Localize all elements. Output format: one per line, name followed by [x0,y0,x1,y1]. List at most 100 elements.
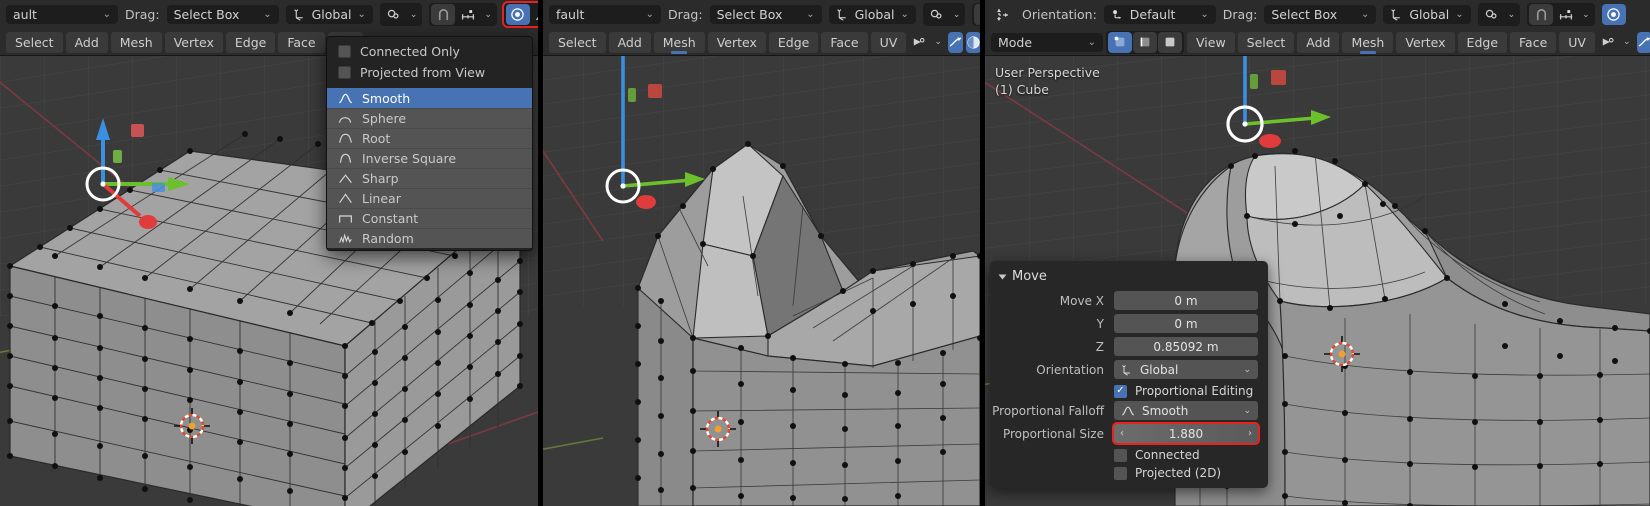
pivot-point-icon[interactable] [1480,4,1504,25]
proportional-editing-icon[interactable] [505,4,530,25]
snap-increment-icon[interactable] [1554,4,1578,25]
orientation-dropdown[interactable]: Global ⌄ [1114,360,1258,379]
menu-select[interactable]: Select [549,31,606,53]
falloff-item-sharp[interactable]: Sharp [327,168,532,188]
visibility-icon[interactable] [912,32,928,53]
menu-mesh[interactable]: Mesh [1342,31,1394,54]
proportional-falloff-dropdown[interactable]: Smooth ⌄ [1114,401,1258,420]
left-drag-dropdown[interactable]: Select Box ⌄ [166,5,279,24]
menu-add[interactable]: Add [65,31,108,53]
left-orientation-dropdown[interactable]: ault ⌄ [6,5,118,24]
chevron-down-icon[interactable]: ⌄ [407,10,421,20]
pivot-point-icon[interactable] [382,4,406,25]
proportional-size-field[interactable]: ‹ 1.880 › [1112,422,1260,445]
chevron-down-icon[interactable]: ⌄ [931,37,945,47]
menu-mesh[interactable]: Mesh [110,31,162,53]
vertex-select-mode-icon[interactable] [1108,31,1132,53]
falloff-item-inverse-square[interactable]: Inverse Square [327,148,532,168]
menu-add[interactable]: Add [608,31,651,53]
checkbox-unchecked-icon[interactable] [1114,448,1127,462]
left-pivot-group[interactable]: ⌄ [379,3,423,26]
falloff-dropdown-menu[interactable]: Connected Only Projected from View Smoot… [326,36,533,251]
dropdown-connected-only[interactable]: Connected Only [327,41,532,62]
orientation-row[interactable]: Orientation Global ⌄ [990,359,1268,380]
chevron-right-icon[interactable]: › [1248,428,1252,439]
falloff-item-linear[interactable]: Linear [327,188,532,208]
move-x-row[interactable]: Move X 0 m [990,290,1268,311]
move-z-row[interactable]: Z 0.85092 m [990,336,1268,357]
connected-checkbox-row[interactable]: Connected [1114,446,1268,464]
proportional-size-row[interactable]: Proportional Size ‹ 1.880 › [990,422,1268,445]
menu-vertex[interactable]: Vertex [164,31,223,53]
menu-edge[interactable]: Edge [768,31,819,53]
chevron-down-icon[interactable]: ⌄ [950,10,964,20]
select-mode-group[interactable] [1106,30,1184,54]
falloff-item-random[interactable]: Random [327,228,532,248]
middle-transform-orientation-dropdown[interactable]: Global ⌄ [828,5,916,24]
middle-pivot-group[interactable]: ⌄ [922,3,966,26]
chevron-left-icon[interactable]: ‹ [1120,428,1124,439]
move-z-field[interactable]: 0.85092 m [1114,337,1258,356]
snap-increment-icon[interactable] [456,4,480,25]
checkbox-unchecked-icon[interactable] [1114,466,1127,480]
smooth-falloff-icon[interactable] [531,4,538,25]
right-pivot-group[interactable]: ⌄ [1477,3,1521,26]
menu-edge[interactable]: Edge [225,31,276,53]
chevron-down-icon[interactable]: ⌄ [481,10,495,20]
magnet-icon[interactable] [1529,4,1554,25]
right-transform-orientation-dropdown[interactable]: Global ⌄ [1383,5,1471,24]
menu-uv[interactable]: UV [870,31,907,53]
middle-orientation-dropdown[interactable]: fault ⌄ [549,5,661,24]
move-panel-title-row[interactable]: Move [990,265,1268,290]
menu-mesh[interactable]: Mesh [653,31,705,54]
middle-drag-dropdown[interactable]: Select Box ⌄ [709,5,822,24]
menu-face[interactable]: Face [278,31,325,53]
proportional-editing-checkbox-row[interactable]: Proportional Editing [1114,382,1268,400]
proportional-editing-group[interactable]: ⌄ [501,1,538,28]
left-transform-orientation-dropdown[interactable]: Global ⌄ [285,5,373,24]
dropdown-projected-from-view[interactable]: Projected from View [327,62,532,83]
menu-uv[interactable]: UV [1559,31,1595,53]
xray-toggle-icon[interactable] [947,31,963,53]
right-drag-dropdown[interactable]: Select Box ⌄ [1264,5,1377,24]
proportional-editing-icon[interactable] [1601,4,1626,25]
move-y-row[interactable]: Y 0 m [990,313,1268,334]
menu-view[interactable]: View [1187,31,1235,53]
middle-viewport[interactable] [543,56,980,506]
left-snap-group[interactable]: ⌄ [429,3,497,26]
pivot-point-icon[interactable] [925,4,949,25]
mode-dropdown[interactable]: Mode ⌄ [991,32,1103,52]
move-x-field[interactable]: 0 m [1114,291,1258,310]
falloff-item-sphere[interactable]: Sphere [327,108,532,128]
move-y-field[interactable]: 0 m [1114,314,1258,333]
middle-snap-group[interactable]: ⌄ [972,3,980,26]
chevron-down-icon[interactable]: ⌄ [1505,10,1519,20]
face-select-mode-icon[interactable] [1158,31,1182,53]
magnet-icon[interactable] [974,4,980,25]
projected-2d-checkbox-row[interactable]: Projected (2D) [1114,464,1268,482]
proportional-falloff-row[interactable]: Proportional Falloff Smooth ⌄ [990,400,1268,421]
menu-add[interactable]: Add [1297,31,1340,53]
menu-edge[interactable]: Edge [1457,31,1508,53]
menu-face[interactable]: Face [821,31,868,53]
menu-vertex[interactable]: Vertex [707,31,766,53]
chevron-down-icon[interactable]: ⌄ [1620,37,1634,47]
transform-orientation-gizmo-icon[interactable] [991,4,1015,25]
edge-select-mode-icon[interactable] [1133,31,1157,53]
falloff-item-root[interactable]: Root [327,128,532,148]
right-orientation-dropdown[interactable]: Default ⌄ [1103,5,1216,24]
menu-select[interactable]: Select [6,31,63,53]
right-viewport[interactable]: User Perspective (1) Cube Move Move X 0 … [985,56,1650,506]
shading-mode-icon[interactable] [965,31,980,53]
move-operator-panel[interactable]: Move Move X 0 m Y 0 m Z 0.85092 m Orient… [990,261,1268,488]
right-snap-group[interactable]: ⌄ [1527,3,1595,26]
checkbox-checked-icon[interactable] [1114,384,1127,398]
menu-vertex[interactable]: Vertex [1396,31,1455,53]
menu-select[interactable]: Select [1237,31,1295,53]
xray-toggle-icon[interactable] [1636,31,1650,53]
menu-face[interactable]: Face [1510,31,1557,53]
falloff-item-constant[interactable]: Constant [327,208,532,228]
falloff-item-smooth[interactable]: Smooth [327,88,532,108]
chevron-down-icon[interactable]: ⌄ [1579,10,1593,20]
visibility-icon[interactable] [1601,32,1617,53]
